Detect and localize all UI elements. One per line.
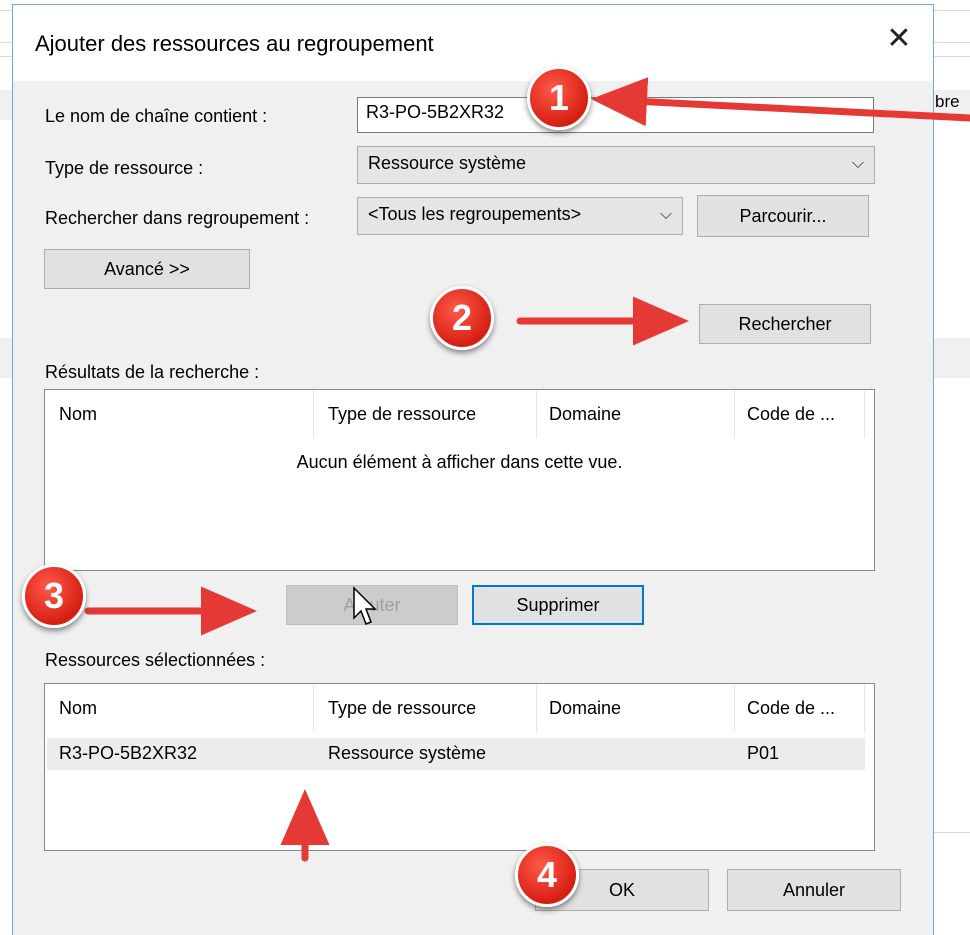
name-contains-input[interactable]: R3-PO-5B2XR32 (357, 97, 874, 133)
chevron-down-icon: ⌵ (851, 155, 864, 172)
column-divider[interactable] (864, 390, 865, 438)
close-icon[interactable]: ✕ (883, 23, 915, 55)
bg-partial-text: bre (935, 92, 960, 111)
selected-resources-list[interactable]: Nom Type de ressource Domaine Code de ..… (44, 683, 875, 851)
dialog-titlebar: Ajouter des ressources au regroupement ✕ (13, 5, 933, 81)
name-contains-label: Le nom de chaîne contient : (45, 106, 268, 126)
empty-message: Aucun élément à afficher dans cette vue. (296, 452, 623, 472)
search-in-collection-label: Rechercher dans regroupement : (45, 208, 310, 228)
column-divider[interactable] (536, 390, 537, 438)
browse-button[interactable]: Parcourir... (697, 195, 869, 237)
remove-button[interactable]: Supprimer (472, 585, 644, 625)
column-header-type[interactable]: Type de ressource (328, 698, 476, 719)
cell-name: R3-PO-5B2XR32 (59, 743, 198, 763)
column-header-name[interactable]: Nom (59, 698, 97, 719)
step-4-badge: 4 (515, 843, 579, 907)
search-in-collection-select[interactable]: <Tous les regroupements> ⌵ (357, 197, 683, 235)
list-header: Nom Type de ressource Domaine Code de ..… (45, 390, 874, 438)
search-button[interactable]: Rechercher (699, 304, 871, 344)
column-header-code[interactable]: Code de ... (747, 404, 835, 425)
column-divider[interactable] (734, 684, 735, 732)
column-header-type[interactable]: Type de ressource (328, 404, 476, 425)
dialog-title: Ajouter des ressources au regroupement (35, 31, 434, 56)
cancel-button[interactable]: Annuler (727, 869, 901, 911)
column-header-name[interactable]: Nom (59, 404, 97, 425)
table-row[interactable]: R3-PO-5B2XR32 Ressource système P01 (47, 738, 865, 770)
cell-type: Ressource système (328, 743, 487, 763)
column-divider[interactable] (734, 390, 735, 438)
resource-type-value: Ressource système (368, 153, 527, 173)
column-divider[interactable] (313, 684, 314, 732)
chevron-down-icon: ⌵ (659, 206, 672, 223)
advanced-button[interactable]: Avancé >> (44, 249, 250, 289)
search-results-list[interactable]: Nom Type de ressource Domaine Code de ..… (44, 389, 875, 571)
search-in-collection-value: <Tous les regroupements> (368, 204, 582, 224)
selected-resources-label: Ressources sélectionnées : (45, 650, 266, 670)
bg-divider (930, 832, 970, 833)
column-header-domain[interactable]: Domaine (549, 404, 621, 425)
column-divider[interactable] (313, 390, 314, 438)
column-divider[interactable] (864, 684, 865, 732)
resource-type-label: Type de ressource : (45, 158, 204, 178)
add-button[interactable]: Ajouter (286, 585, 458, 625)
column-header-code[interactable]: Code de ... (747, 698, 835, 719)
step-2-badge: 2 (430, 286, 494, 350)
search-results-label: Résultats de la recherche : (45, 362, 260, 382)
list-header: Nom Type de ressource Domaine Code de ..… (45, 684, 874, 732)
step-1-badge: 1 (527, 66, 591, 130)
resource-type-select[interactable]: Ressource système ⌵ (357, 146, 875, 184)
column-divider[interactable] (536, 684, 537, 732)
column-header-domain[interactable]: Domaine (549, 698, 621, 719)
step-3-badge: 3 (22, 564, 86, 628)
cell-code: P01 (747, 743, 780, 763)
add-resources-dialog: Ajouter des ressources au regroupement ✕… (12, 4, 934, 935)
